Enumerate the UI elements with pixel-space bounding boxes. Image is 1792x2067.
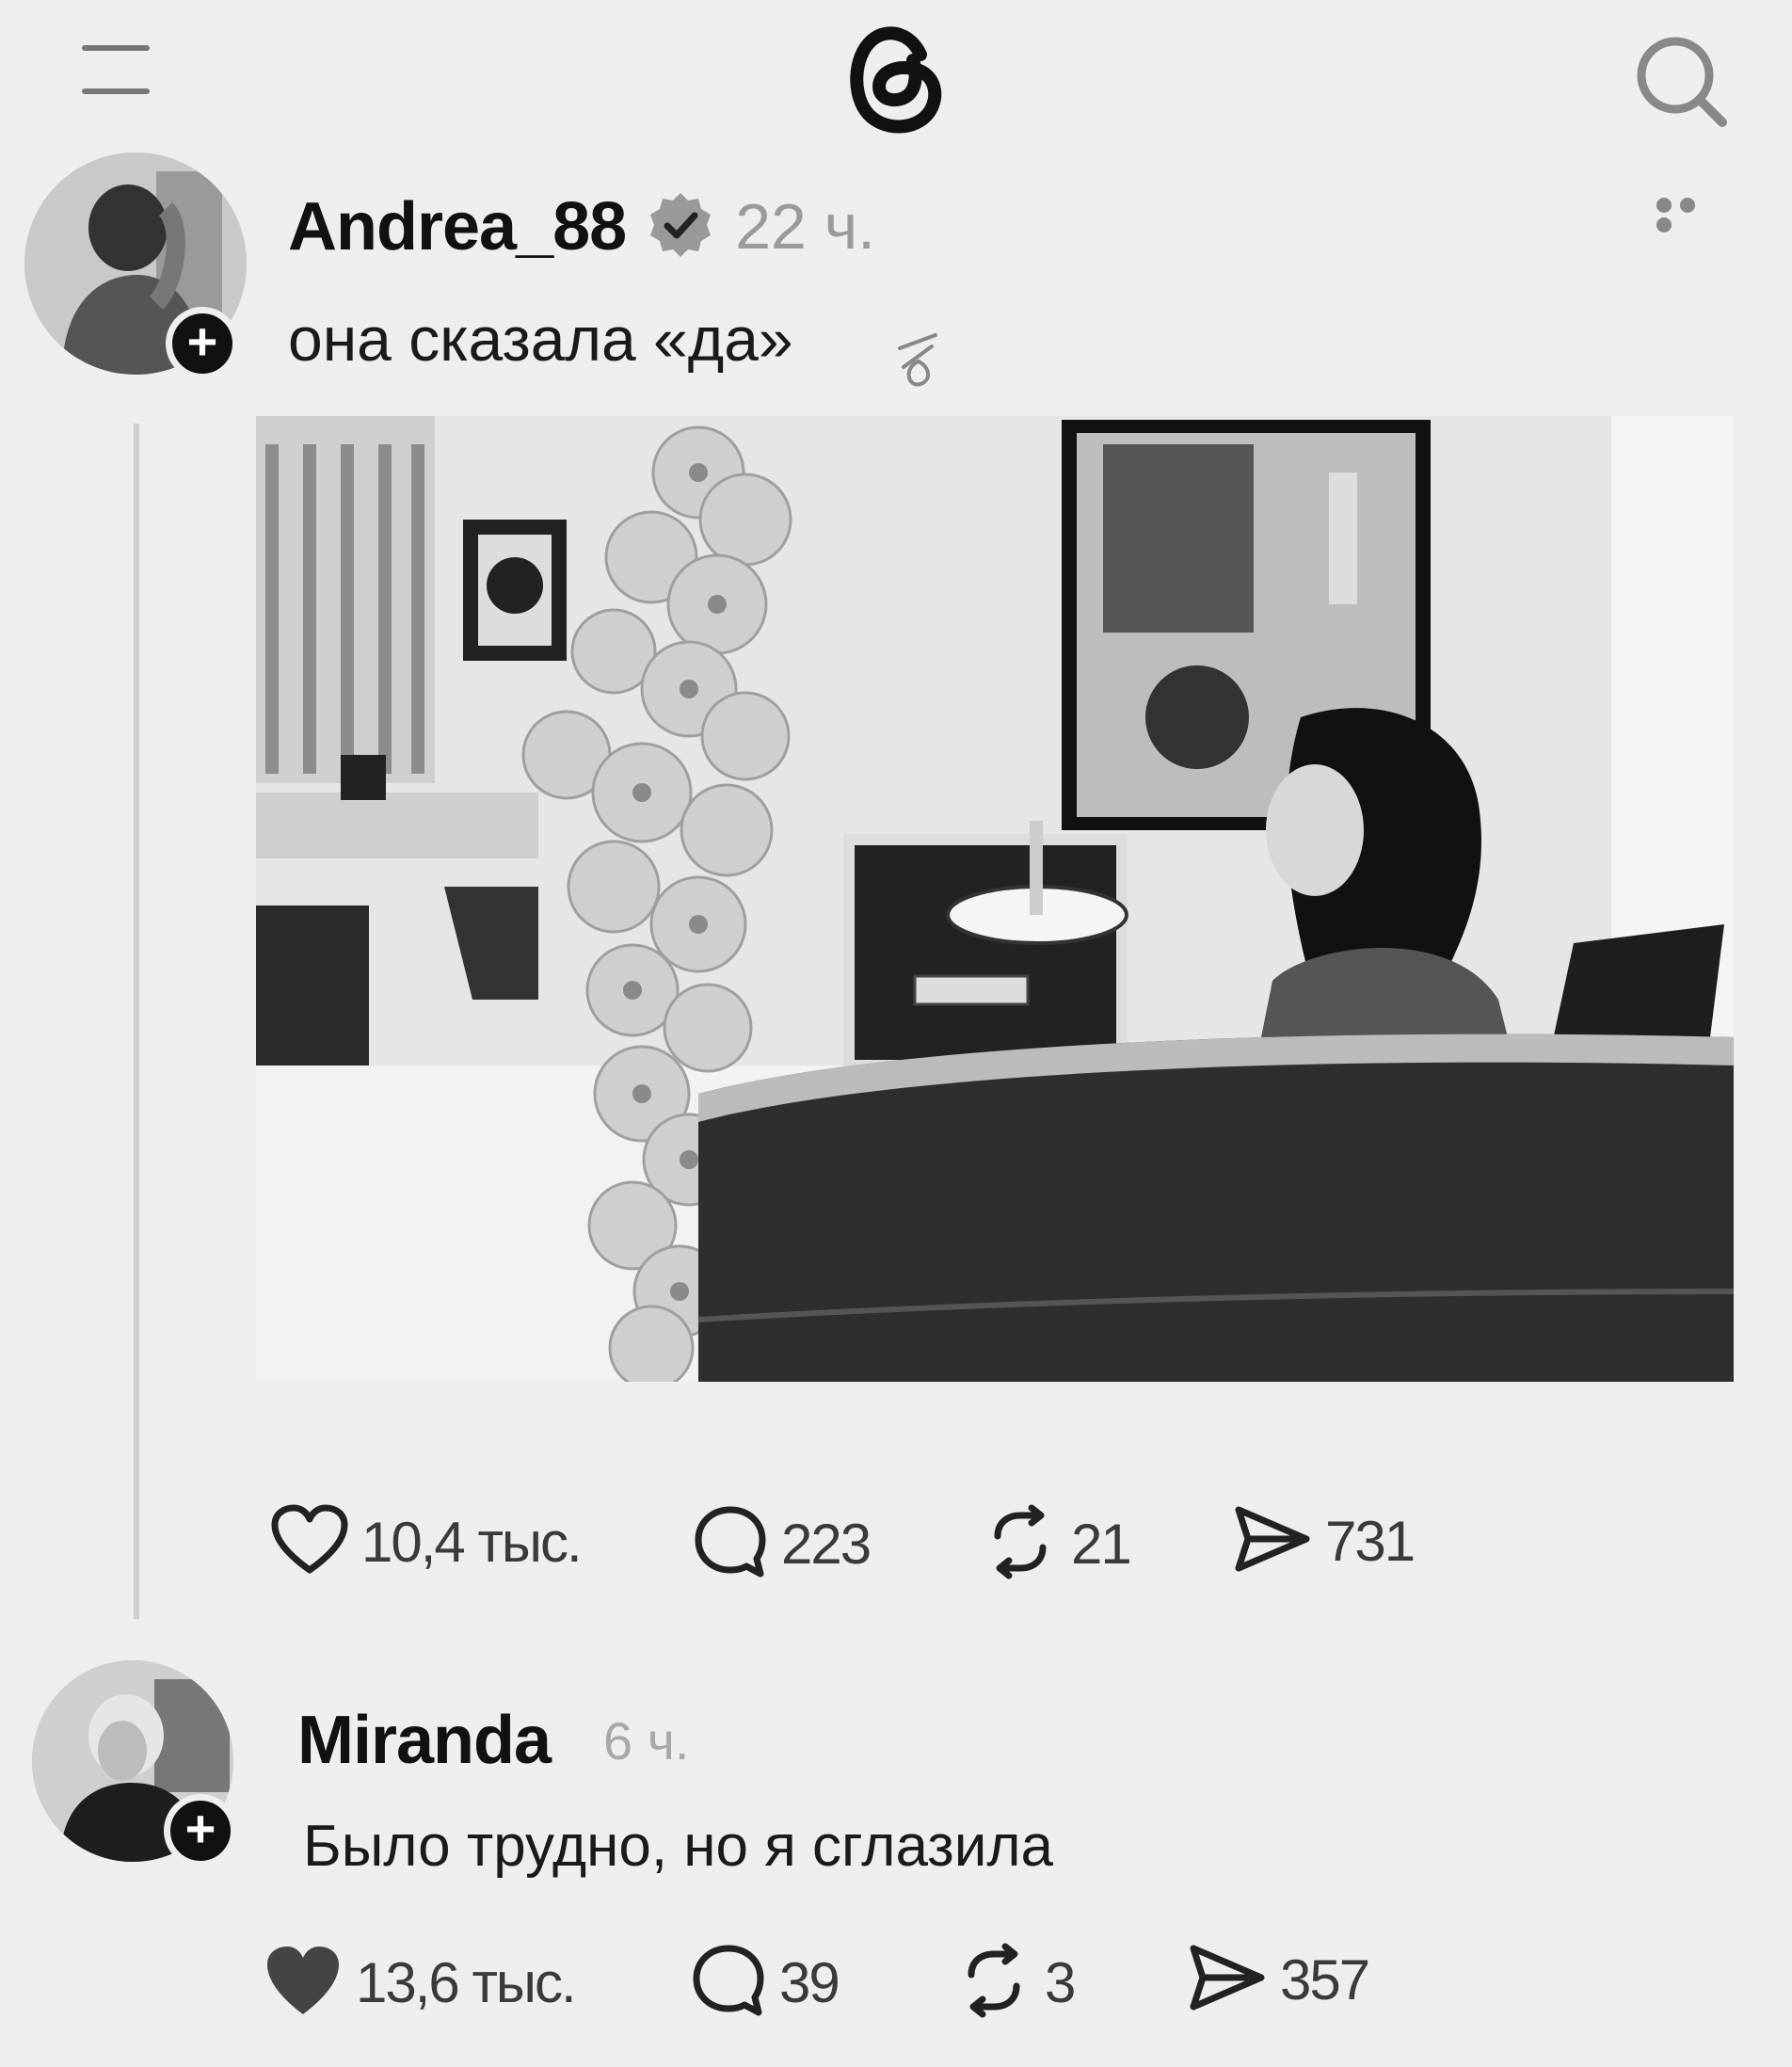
post-like-button[interactable]: 10,4 тыс. bbox=[271, 1504, 583, 1580]
menu-icon[interactable] bbox=[79, 45, 152, 102]
send-icon bbox=[1233, 1504, 1312, 1578]
post-image[interactable] bbox=[256, 416, 1735, 1391]
reply-time: 6 ч. bbox=[603, 1710, 690, 1771]
reply-text: Было трудно, но я сглазила bbox=[303, 1814, 1053, 1879]
share-count: 731 bbox=[1325, 1510, 1416, 1573]
thread-line bbox=[134, 424, 139, 1619]
comment-icon bbox=[691, 1943, 766, 2023]
send-icon bbox=[1188, 1943, 1267, 2017]
reply-count: 39 bbox=[779, 1951, 840, 2014]
repost-count: 21 bbox=[1071, 1513, 1132, 1576]
post-repost-button[interactable]: 21 bbox=[983, 1504, 1132, 1584]
repost-count: 3 bbox=[1045, 1951, 1076, 2014]
comment-icon bbox=[693, 1504, 768, 1584]
reply-count: 223 bbox=[781, 1513, 872, 1576]
search-icon[interactable] bbox=[1628, 28, 1732, 132]
follow-plus-button[interactable]: + bbox=[166, 307, 239, 380]
post-share-button[interactable]: 731 bbox=[1233, 1504, 1416, 1578]
reply-reply-button[interactable]: 39 bbox=[691, 1943, 840, 2023]
heart-icon bbox=[271, 1504, 348, 1580]
like-count: 10,4 тыс. bbox=[361, 1511, 583, 1574]
reply-share-button[interactable]: 357 bbox=[1188, 1943, 1370, 2017]
share-count: 357 bbox=[1280, 1948, 1370, 2011]
post-text: она сказала «да» bbox=[288, 304, 793, 374]
verified-badge-icon bbox=[645, 189, 716, 265]
post-author[interactable]: Andrea_88 bbox=[288, 188, 627, 265]
heart-filled-icon bbox=[264, 1943, 343, 2023]
repost-icon bbox=[956, 1943, 1032, 2023]
post-time: 22 ч. bbox=[735, 191, 876, 263]
follow-plus-button[interactable]: + bbox=[164, 1794, 237, 1867]
reply-repost-button[interactable]: 3 bbox=[956, 1943, 1076, 2023]
like-count: 13,6 тыс. bbox=[356, 1951, 577, 2014]
more-options-icon[interactable] bbox=[1656, 198, 1726, 232]
repost-icon bbox=[983, 1504, 1058, 1584]
reply-like-button[interactable]: 13,6 тыс. bbox=[264, 1943, 577, 2023]
reply-author[interactable]: Miranda bbox=[297, 1702, 552, 1779]
sparkle-icon bbox=[894, 329, 943, 398]
threads-logo-icon[interactable] bbox=[838, 17, 951, 139]
post-reply-button[interactable]: 223 bbox=[693, 1504, 872, 1584]
